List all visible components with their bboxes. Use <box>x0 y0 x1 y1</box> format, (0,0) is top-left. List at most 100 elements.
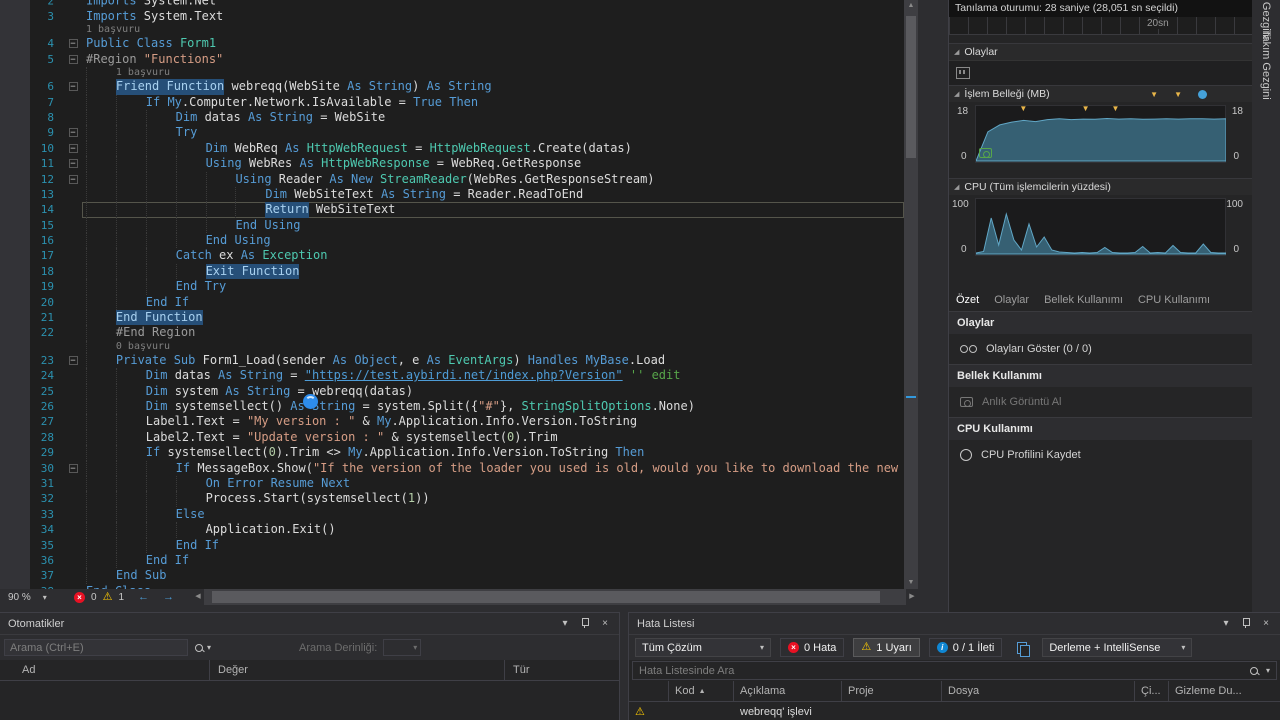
autos-search-input[interactable]: Arama (Ctrl+E) <box>4 639 188 656</box>
fold-margin[interactable]: − <box>64 353 82 368</box>
autos-title-bar[interactable]: Otomatikler ▾ × <box>0 613 619 634</box>
column-header-code[interactable]: Kod ▲ <box>669 681 734 701</box>
code-editor[interactable]: 2 Imports System.Net 3 Imports System.Text 1… <box>0 0 918 605</box>
errors-filter-button[interactable]: × 0 Hata <box>780 638 845 657</box>
fold-collapse-icon[interactable]: − <box>68 174 78 184</box>
code-line[interactable]: 22 #End Region <box>0 325 904 341</box>
code-line[interactable]: 12− Using Reader As New StreamReader (WebR… <box>0 171 904 187</box>
column-header-project[interactable]: Proje <box>842 681 942 701</box>
code-line[interactable]: 32 Process.Start(systemsellect(1)) <box>0 491 904 507</box>
code-line[interactable]: 21 End Function <box>0 310 904 326</box>
caret-down-icon[interactable]: ▾ <box>1266 666 1270 675</box>
code-line[interactable]: 14 Return WebSiteText <box>0 202 904 218</box>
scope-filter-select[interactable]: Tüm Çözüm ▾ <box>635 638 771 657</box>
vertical-scrollbar-thumb[interactable] <box>906 16 916 158</box>
zoom-select[interactable]: 90 % ▾ <box>8 592 68 603</box>
fold-margin[interactable]: − <box>64 36 82 51</box>
error-count[interactable]: 0 <box>91 592 97 603</box>
code-line[interactable]: 34 Application.Exit() <box>0 522 904 538</box>
code-line[interactable]: 11− Using WebRes As HttpWebResponse = Web… <box>0 156 904 172</box>
caret-down-icon[interactable]: ▾ <box>43 593 47 602</box>
intellisense-files-button[interactable] <box>1011 638 1033 657</box>
code-line[interactable]: 23− Private Sub Form1_Load(sender As Obje… <box>0 352 904 369</box>
fold-collapse-icon[interactable]: − <box>68 355 78 365</box>
window-menu-icon[interactable]: ▾ <box>559 618 571 629</box>
column-header-suppression[interactable]: Gizleme Du... <box>1169 681 1280 701</box>
code-line[interactable]: 7 If My .Computer.Network.IsAvailable = Tr… <box>0 94 904 110</box>
events-lane-header[interactable]: ◢ Olaylar <box>949 43 1252 60</box>
window-menu-icon[interactable]: ▾ <box>1220 618 1232 629</box>
column-header-name[interactable]: Ad <box>0 660 210 680</box>
code-line[interactable]: 16 End Using <box>0 233 904 249</box>
cpu-lane-header[interactable]: ◢ CPU (Tüm işlemcilerin yüzdesi) <box>949 178 1252 195</box>
codelens-label[interactable]: 1 başvuru <box>116 67 170 79</box>
error-status-icon[interactable]: × <box>74 591 85 603</box>
tab-olaylar[interactable]: Olaylar <box>994 294 1029 306</box>
show-events-link[interactable]: Olayları Göster (0 / 0) <box>949 334 1252 364</box>
horizontal-scrollbar-thumb[interactable] <box>212 591 880 603</box>
scroll-up-icon[interactable]: ▲ <box>904 0 918 12</box>
scroll-right-icon[interactable]: ▶ <box>906 589 918 605</box>
code-line[interactable]: 19 End Try <box>0 279 904 295</box>
close-icon[interactable]: × <box>1260 618 1272 629</box>
code-line[interactable]: 33 Else <box>0 506 904 523</box>
tab-team-explorer[interactable]: Takım Gezgini <box>1260 30 1272 100</box>
pin-icon[interactable] <box>581 618 589 629</box>
search-button[interactable]: ▾ <box>191 638 215 657</box>
close-icon[interactable]: × <box>599 618 611 629</box>
editor-horizontal-scrollbar[interactable]: ◀ ▶ <box>192 589 918 605</box>
tab-ozet[interactable]: Özet <box>956 294 979 306</box>
fold-collapse-icon[interactable]: − <box>68 82 78 92</box>
navigate-back-icon[interactable]: ← <box>138 591 149 603</box>
code-line[interactable]: 13 Dim WebSiteText As String = Reader.Rea… <box>0 186 904 203</box>
code-line[interactable]: 26 Dim systemsellect() As String = system… <box>0 398 904 415</box>
code-line[interactable]: 30− If MessageBox.Show("If the version of… <box>0 460 904 476</box>
code-line[interactable]: 15 End Using <box>0 217 904 234</box>
tab-bellek-kullanimi[interactable]: Bellek Kullanımı <box>1044 294 1123 306</box>
code-line[interactable]: 2 Imports System.Net <box>0 0 904 9</box>
fold-margin[interactable]: − <box>64 461 82 476</box>
collapse-icon[interactable]: ◢ <box>954 90 959 98</box>
pin-icon[interactable] <box>1242 618 1250 629</box>
column-header-severity[interactable] <box>629 681 669 701</box>
code-line[interactable]: 5 − #Region "Functions" <box>0 52 904 67</box>
memory-plot[interactable]: ▼ ▼ ▼ <box>975 104 1226 163</box>
column-header-value[interactable]: Değer <box>210 660 505 680</box>
code-line[interactable]: 37 End Sub <box>0 568 904 584</box>
navigate-forward-icon[interactable]: → <box>163 591 174 603</box>
code-line[interactable]: 3 Imports System.Text <box>0 9 904 24</box>
fold-collapse-icon[interactable]: − <box>68 128 78 138</box>
codelens-row[interactable]: 0 başvuru <box>0 340 904 353</box>
code-line[interactable]: 36 End If <box>0 552 904 569</box>
horizontal-scrollbar-track[interactable] <box>204 589 906 605</box>
events-track[interactable] <box>949 60 1252 85</box>
fold-collapse-icon[interactable]: − <box>68 143 78 153</box>
fold-margin[interactable]: − <box>64 52 82 67</box>
fold-collapse-icon[interactable]: − <box>68 463 78 473</box>
code-line[interactable]: 31 On Error Resume Next <box>0 475 904 492</box>
code-line[interactable]: 10− Dim WebReq As HttpWebRequest = HttpWe… <box>0 140 904 157</box>
codelens-label[interactable]: 0 başvuru <box>116 341 170 353</box>
codelens-label[interactable]: 1 başvuru <box>86 24 140 36</box>
code-line[interactable]: 29 If systemsellect(0).Trim <> My .Applica… <box>0 445 904 461</box>
code-line[interactable]: 6− Friend Function webreqq(WebSite As Str… <box>0 79 904 95</box>
scroll-down-icon[interactable]: ▼ <box>904 577 918 589</box>
codelens-row[interactable]: 1 başvuru <box>0 24 904 36</box>
codelens-row[interactable]: 1 başvuru <box>0 67 904 80</box>
memory-lane-header[interactable]: ◢ İşlem Belleği (MB) ▼ ▼ <box>949 85 1252 102</box>
column-header-file[interactable]: Dosya <box>942 681 1135 701</box>
record-cpu-profile-link[interactable]: CPU Profilini Kaydet <box>949 440 1252 470</box>
search-depth-select[interactable]: ▾ <box>383 639 422 656</box>
error-list-search-input[interactable]: Hata Listesinde Ara ▾ <box>632 661 1277 680</box>
tab-cpu-kullanimi[interactable]: CPU Kullanımı <box>1138 294 1210 306</box>
code-line[interactable]: 27 Label1.Text = "My version : " & My .App… <box>0 414 904 430</box>
editor-vertical-scrollbar[interactable]: ▲ ▼ <box>904 0 918 589</box>
warning-status-icon[interactable]: ⚠ <box>103 591 113 603</box>
cpu-plot[interactable] <box>975 198 1226 256</box>
column-header-description[interactable]: Açıklama <box>734 681 842 701</box>
code-line[interactable]: 8 Dim datas As String = WebSite <box>0 109 904 126</box>
collapse-icon[interactable]: ◢ <box>954 183 959 191</box>
code-line[interactable]: 35 End If <box>0 537 904 553</box>
messages-filter-button[interactable]: i 0 / 1 İleti <box>928 638 1003 657</box>
code-line[interactable]: 28 Label2.Text = "Update version : " & sy… <box>0 429 904 446</box>
